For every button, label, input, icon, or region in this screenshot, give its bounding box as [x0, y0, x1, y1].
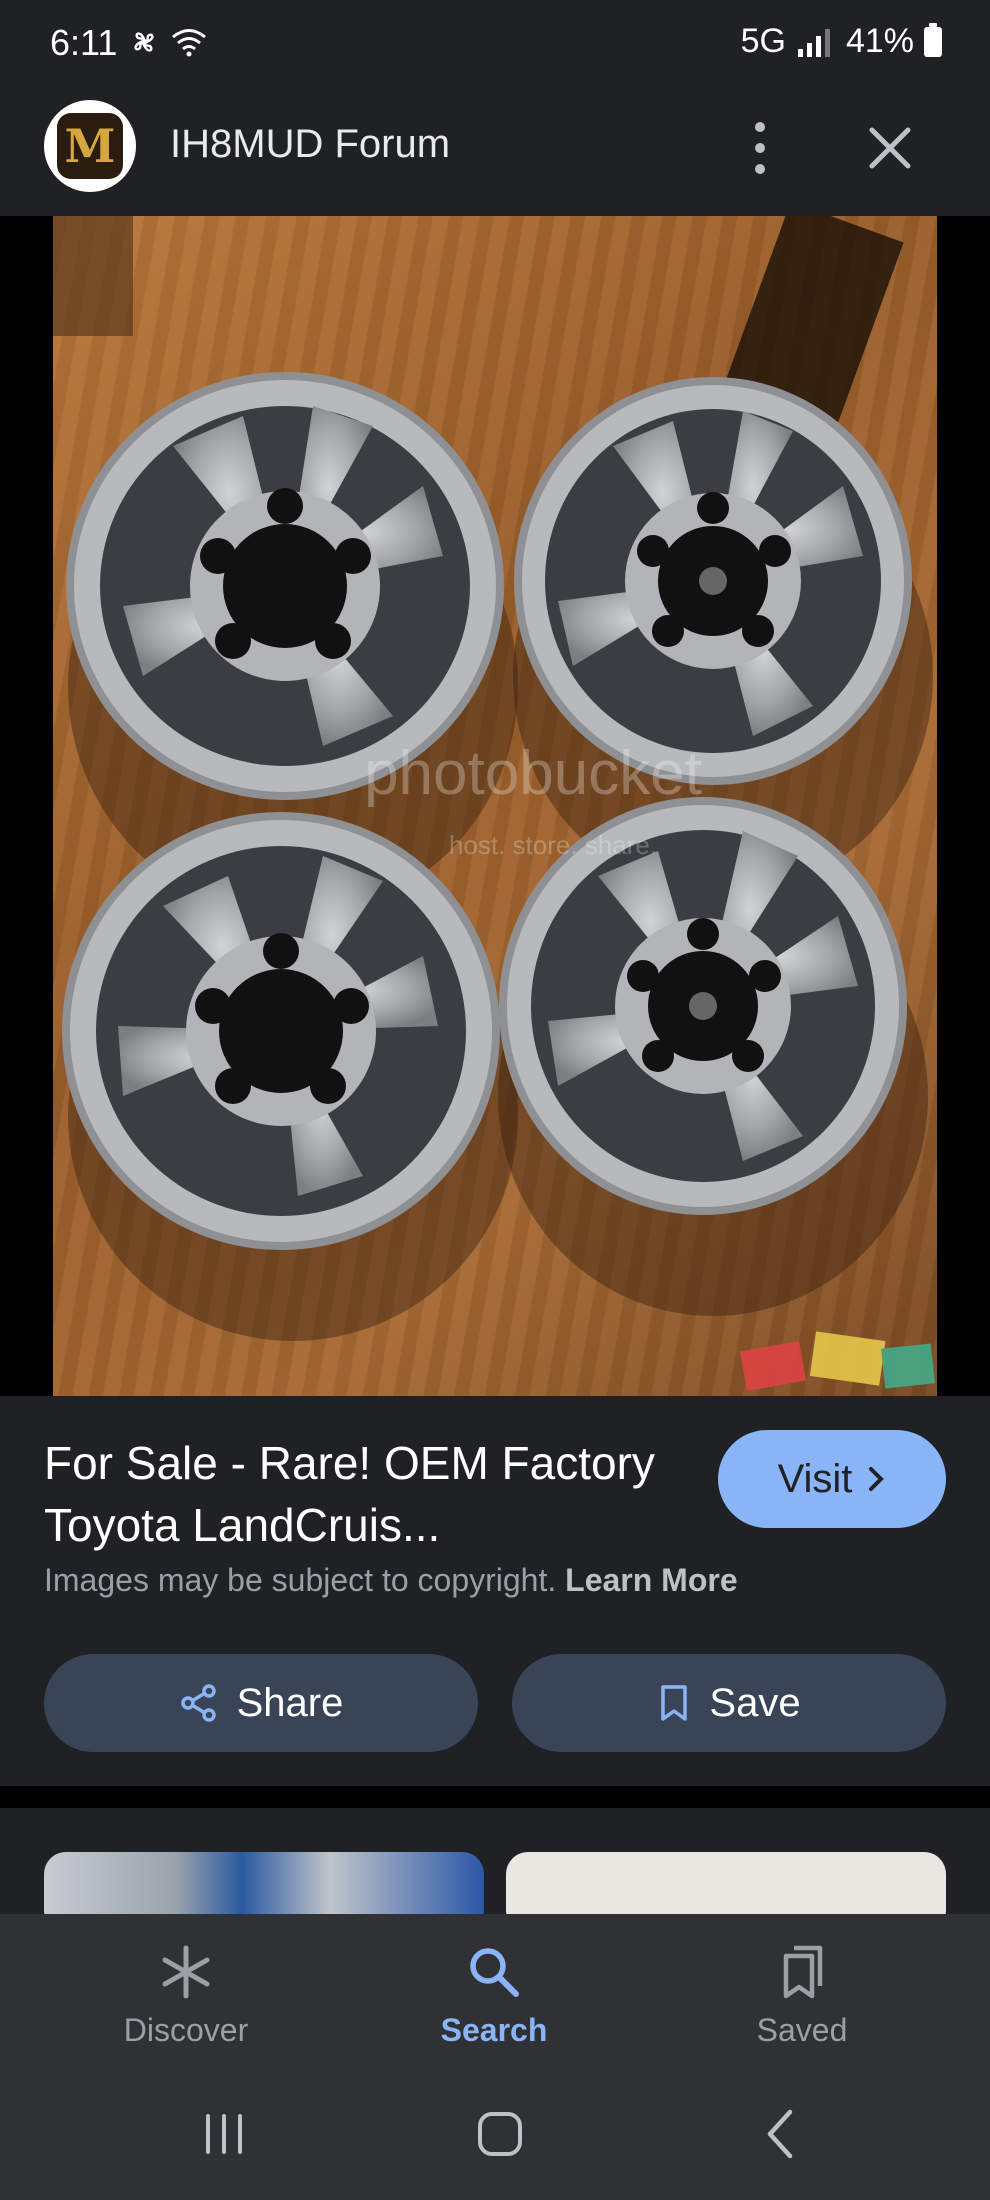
visit-button[interactable]: Visit — [718, 1430, 946, 1528]
home-icon[interactable] — [470, 2104, 530, 2164]
related-thumbnail[interactable] — [506, 1852, 946, 1914]
result-title[interactable]: For Sale - Rare! OEM Factory Toyota Land… — [44, 1432, 684, 1556]
share-button[interactable]: Share — [44, 1654, 478, 1752]
site-logo[interactable]: M — [44, 100, 136, 192]
system-navigation-bar — [0, 2064, 990, 2200]
bottom-navigation: Discover Search Saved — [0, 1914, 990, 2064]
wheels-photo[interactable]: photobucket host. store. share. — [53, 216, 937, 1396]
asterisk-icon — [162, 1945, 210, 1999]
image-preview-area: photobucket host. store. share. — [0, 216, 990, 1566]
learn-more-link[interactable]: Learn More — [565, 1562, 737, 1598]
more-dot — [755, 122, 765, 132]
copyright-text: Images may be subject to copyright. — [44, 1562, 557, 1598]
more-dot — [755, 143, 765, 153]
wheel — [514, 377, 912, 785]
status-right: 5G 41% — [741, 22, 942, 61]
save-button[interactable]: Save — [512, 1654, 946, 1752]
viewer-header: M IH8MUD Forum — [0, 80, 990, 216]
bookmarks-icon — [783, 1945, 823, 1999]
watermark-sub: host. store. share. — [449, 830, 657, 860]
wheel — [66, 372, 504, 800]
wifi-icon — [172, 29, 206, 57]
nav-search-label: Search — [440, 2012, 548, 2048]
nav-saved[interactable]: Saved — [702, 1942, 902, 2049]
nav-discover[interactable]: Discover — [86, 1942, 286, 2049]
share-icon — [180, 1684, 216, 1722]
nav-search[interactable]: Search — [394, 1942, 594, 2049]
wheel — [62, 812, 500, 1250]
battery-label: 41% — [845, 22, 914, 60]
wheel — [499, 797, 907, 1215]
more-dot — [755, 164, 765, 174]
status-bar: 6:11 5G 41% — [0, 0, 990, 80]
chevron-right-icon — [869, 1467, 885, 1491]
site-name[interactable]: IH8MUD Forum — [170, 122, 450, 167]
signal-icon — [797, 28, 830, 57]
back-icon[interactable] — [752, 2104, 812, 2164]
wheels-illustration: photobucket host. store. share. — [53, 216, 935, 1391]
recent-apps-icon[interactable] — [194, 2104, 254, 2164]
site-logo-mark: M — [57, 113, 123, 179]
section-divider — [0, 1786, 990, 1808]
search-icon — [470, 1948, 519, 1997]
result-info-panel: For Sale - Rare! OEM Factory Toyota Land… — [0, 1396, 990, 1786]
battery-icon — [924, 22, 942, 57]
related-results — [0, 1808, 990, 1914]
related-thumbnail[interactable] — [44, 1852, 484, 1914]
share-label: Share — [236, 1680, 344, 1725]
bookmark-icon — [661, 1685, 688, 1721]
network-label: 5G — [740, 22, 786, 60]
more-options-button[interactable] — [740, 116, 780, 180]
copyright-notice: Images may be subject to copyright. Lear… — [44, 1562, 738, 1599]
status-left-icons — [128, 26, 208, 58]
status-time: 6:11 — [50, 22, 118, 63]
close-icon[interactable] — [862, 120, 918, 176]
nav-discover-label: Discover — [123, 2012, 249, 2048]
fan-icon — [134, 32, 154, 52]
visit-label: Visit — [777, 1456, 853, 1501]
save-label: Save — [709, 1680, 801, 1725]
site-logo-letter: M — [64, 119, 116, 173]
nav-saved-label: Saved — [756, 2012, 848, 2048]
watermark: photobucket — [364, 739, 702, 808]
